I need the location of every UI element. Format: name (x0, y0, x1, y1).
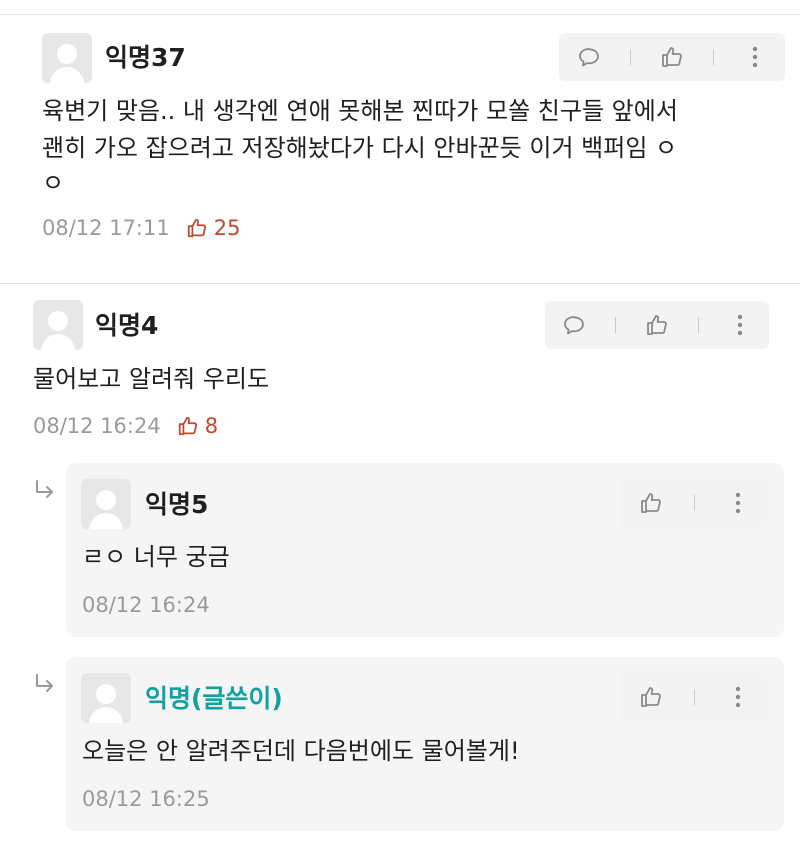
more-button[interactable] (737, 39, 773, 75)
comment-author[interactable]: 익명37 (105, 43, 186, 73)
reply-meta: 08/12 16:24 (82, 591, 210, 619)
like-button[interactable] (639, 307, 675, 343)
separator (693, 495, 695, 511)
timestamp: 08/12 16:24 (33, 414, 161, 438)
comment-author[interactable]: 익명4 (95, 311, 158, 341)
thumbs-up-icon (640, 493, 661, 513)
timestamp: 08/12 16:24 (82, 593, 210, 617)
more-button[interactable] (720, 485, 756, 521)
vertical-ellipsis-icon (735, 492, 740, 514)
like-count-value: 25 (213, 216, 241, 240)
reply-meta: 08/12 16:25 (82, 785, 210, 813)
reply-button[interactable] (571, 39, 607, 75)
comment-meta: 08/12 17:11 25 (42, 214, 240, 242)
separator (615, 317, 617, 333)
comment-divider (0, 283, 800, 284)
avatar[interactable] (81, 479, 131, 529)
reply-author-op[interactable]: 익명(글쓴이) (145, 684, 283, 714)
separator (713, 49, 715, 65)
separator (693, 689, 695, 705)
thumbs-up-icon (187, 218, 206, 238)
comment-meta: 08/12 16:24 8 (33, 412, 218, 440)
more-button[interactable] (722, 307, 758, 343)
avatar[interactable] (42, 33, 92, 83)
comment-thread: 익명37 육변기 맞음.. 내 생각엔 연애 못해본 찐따가 모쏠 친구들 앞에… (0, 0, 800, 851)
thumbs-up-icon (640, 687, 661, 707)
reply-actions (620, 673, 768, 721)
like-button[interactable] (633, 485, 669, 521)
vertical-ellipsis-icon (753, 46, 758, 68)
comment-actions (559, 33, 785, 81)
more-button[interactable] (720, 679, 756, 715)
reply-author[interactable]: 익명5 (145, 490, 208, 520)
vertical-ellipsis-icon (735, 686, 740, 708)
vertical-ellipsis-icon (737, 314, 742, 336)
reply-button[interactable] (556, 307, 592, 343)
like-button[interactable] (633, 679, 669, 715)
separator (629, 49, 631, 65)
reply-text: ㄹㅇ 너무 궁금 (82, 543, 230, 571)
top-divider (0, 14, 800, 15)
timestamp: 08/12 16:25 (82, 787, 210, 811)
separator (697, 317, 699, 333)
reply-item: 익명(글쓴이) 오늘은 안 알려주던데 다음번에도 물어볼게! 08/12 16… (66, 657, 784, 831)
like-count: 8 (177, 412, 218, 440)
reply-text: 오늘은 안 알려주던데 다음번에도 물어볼게! (82, 737, 520, 765)
reply-arrow-icon (36, 480, 53, 498)
reply-arrow-icon (36, 674, 53, 692)
reply-actions (620, 479, 768, 527)
comment-text: 물어보고 알려줘 우리도 (33, 365, 270, 393)
thumbs-up-icon (647, 315, 667, 335)
like-button[interactable] (654, 39, 690, 75)
like-count-value: 8 (204, 414, 219, 438)
comment-text-line: ㅇ (42, 169, 65, 197)
reply-item: 익명5 ㄹㅇ 너무 궁금 08/12 16:24 (66, 463, 784, 637)
comment-actions (545, 301, 769, 349)
speech-bubble-icon (564, 316, 585, 335)
avatar[interactable] (33, 300, 83, 350)
avatar[interactable] (81, 673, 131, 723)
comment-text-line: 괜히 가오 잡으려고 저장해놨다가 다시 안바꾼듯 이거 백퍼임 ㅇ (42, 134, 678, 162)
thumbs-up-icon (662, 47, 682, 67)
comment-text-line: 육변기 맞음.. 내 생각엔 연애 못해본 찐따가 모쏠 친구들 앞에서 (42, 97, 678, 125)
speech-bubble-icon (578, 48, 599, 67)
like-count: 25 (186, 214, 241, 242)
timestamp: 08/12 17:11 (42, 216, 170, 240)
thumbs-up-icon (178, 416, 197, 436)
